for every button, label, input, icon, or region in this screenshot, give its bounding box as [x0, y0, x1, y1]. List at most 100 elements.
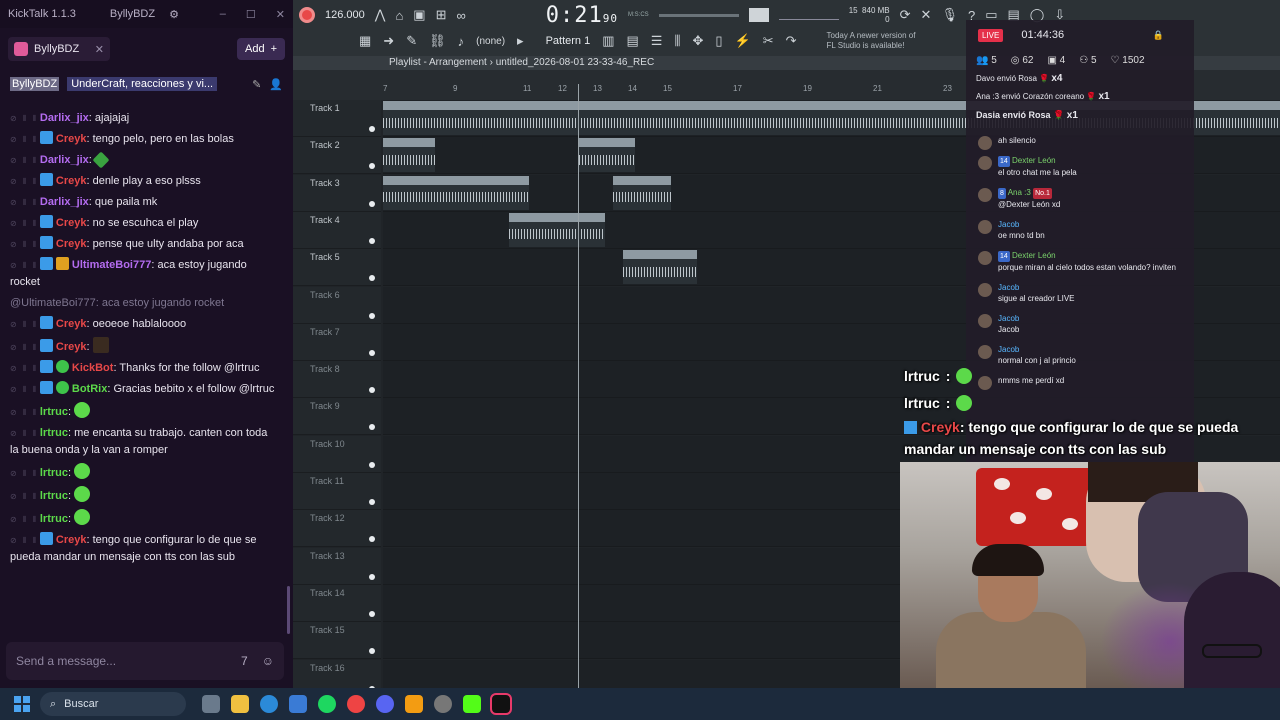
track-header[interactable]: Track 11 [293, 473, 381, 510]
chat-username[interactable]: BotRix [72, 383, 107, 395]
audio-clip[interactable]: untitle...47_REC [613, 175, 671, 210]
snap-icon[interactable]: ▦ [359, 33, 371, 49]
chat-username[interactable]: Creyk [56, 133, 87, 145]
chat-username[interactable]: Darlix_jix [40, 112, 89, 124]
loop-record-icon[interactable]: ∞ [457, 8, 466, 23]
tiktok-live-studio-icon[interactable] [490, 693, 512, 715]
track-header[interactable]: Track 15 [293, 622, 381, 660]
track-mute-dot[interactable] [369, 312, 375, 319]
chat-username[interactable]: lrtruc [40, 406, 68, 418]
chat-username[interactable]: Darlix_jix [40, 154, 89, 166]
message-controls-icon[interactable]: ⊘ ⫴ ⫴ [10, 532, 38, 549]
chat-message-list[interactable]: ⊘ ⫴ ⫴ Darlix_jix: ajajajaj ⊘ ⫴ ⫴ Creyk: ten… [0, 108, 286, 636]
tempo-display[interactable]: 126.000 [325, 9, 365, 21]
chat-message[interactable]: ⊘ ⫴ ⫴ Creyk: no se escuhca el play [0, 213, 286, 234]
message-controls-icon[interactable]: ⊘ ⫴ ⫴ [10, 110, 38, 127]
track-header[interactable]: Track 8 [293, 361, 381, 399]
link-icon[interactable]: ⛓ [429, 33, 446, 49]
chat-username[interactable]: lrtruc [40, 467, 68, 479]
minimize-icon[interactable]: – [220, 8, 226, 21]
track-header[interactable]: Track 1 [293, 100, 381, 137]
7tv-emote-icon[interactable]: 7 [241, 654, 248, 668]
track-mute-dot[interactable] [369, 237, 375, 244]
track-mute-dot[interactable] [369, 536, 375, 543]
track-mute-dot[interactable] [369, 499, 375, 505]
kick-icon[interactable] [463, 695, 481, 713]
step-edit-icon[interactable]: ⊞ [436, 7, 447, 23]
current-user[interactable]: ByllyBDZ [110, 8, 155, 20]
chat-message[interactable]: ⊘ ⫴ ⫴ KickBot: Thanks for the follow @lrt… [0, 358, 286, 379]
pattern-picker-icon[interactable]: ♪ [458, 34, 465, 49]
chat-username[interactable]: Creyk [56, 341, 87, 353]
track-header[interactable]: Track 3 [293, 174, 381, 212]
taskbar-search[interactable]: ⌕ Buscar [40, 692, 186, 716]
chat-message[interactable]: ⊘ ⫴ ⫴ Creyk: oeoeoe hablaloooo [0, 314, 286, 335]
chat-username[interactable]: lrtruc [40, 513, 68, 525]
track-header[interactable]: Track 12 [293, 510, 381, 548]
browser-icon[interactable]: ▯ [715, 33, 722, 49]
chat-input[interactable]: Send a message... 7 ☺ [6, 642, 284, 680]
message-controls-icon[interactable]: ⊘ ⫴ ⫴ [10, 173, 38, 190]
message-controls-icon[interactable]: ⊘ ⫴ ⫴ [10, 339, 38, 356]
chat-username[interactable]: Creyk [56, 534, 87, 546]
message-controls-icon[interactable]: ⊘ ⫴ ⫴ [10, 236, 38, 253]
chat-username[interactable]: Darlix_jix [40, 196, 89, 208]
spotify-icon[interactable] [318, 695, 336, 713]
chat-username[interactable]: UltimateBoi777 [72, 259, 151, 271]
task-view-icon[interactable] [202, 695, 220, 713]
metronome-icon[interactable]: ⋀ [375, 7, 386, 23]
chrome-icon[interactable] [347, 695, 365, 713]
channel-rack-icon[interactable]: ☰ [651, 33, 663, 49]
message-controls-icon[interactable]: ⊘ ⫴ ⫴ [10, 131, 38, 148]
track-mute-dot[interactable] [369, 461, 375, 468]
chat-username[interactable]: Creyk [56, 175, 87, 187]
message-controls-icon[interactable]: ⊘ ⫴ ⫴ [10, 194, 38, 211]
message-controls-icon[interactable]: ⊘ ⫴ ⫴ [10, 465, 38, 482]
redo-icon[interactable]: ↷ [786, 33, 797, 49]
track-mute-dot[interactable] [369, 648, 375, 655]
chat-username[interactable]: KickBot [72, 362, 114, 374]
chat-username[interactable]: Creyk [56, 217, 87, 229]
chat-username[interactable]: Creyk [56, 318, 87, 330]
chat-message[interactable]: ⊘ ⫴ ⫴ Creyk: pense que ulty andaba por ac… [0, 234, 286, 255]
chat-message[interactable]: ⊘ ⫴ ⫴ lrtruc: me encanta su trabajo. cant… [0, 423, 286, 461]
settings-gear-icon[interactable]: ⚙ [169, 8, 179, 21]
fl-studio-icon[interactable] [405, 695, 423, 713]
track-mute-dot[interactable] [369, 163, 375, 170]
track-header[interactable]: Track 14 [293, 584, 381, 622]
track-mute-dot[interactable] [369, 387, 375, 394]
audio-clip[interactable]: untitled_2...3-46_REC [623, 250, 697, 285]
close-tab-icon[interactable]: ✕ [95, 43, 104, 56]
track-mute-dot[interactable] [369, 126, 375, 132]
chat-username[interactable]: lrtruc [40, 427, 68, 439]
chat-username[interactable]: Creyk [56, 238, 87, 250]
track-mute-dot[interactable] [369, 275, 375, 282]
maximize-icon[interactable]: ☐ [246, 8, 256, 21]
record-button[interactable] [299, 7, 315, 23]
message-controls-icon[interactable]: ⊘ ⫴ ⫴ [10, 511, 38, 528]
chat-message[interactable]: ⊘ ⫴ ⫴ lrtruc: [0, 461, 286, 484]
track-mute-dot[interactable] [369, 573, 375, 580]
wait-icon[interactable]: ⌂ [395, 8, 403, 23]
track-mute-dot[interactable] [369, 424, 375, 431]
close-icon[interactable]: ✕ [276, 8, 285, 21]
track-header[interactable]: Track 5 [293, 249, 381, 287]
message-controls-icon[interactable]: ⊘ ⫴ ⫴ [10, 488, 38, 505]
chatroom-tab[interactable]: ByllyBDZ ✕ [8, 37, 110, 61]
track-header[interactable]: Track 6 [293, 286, 381, 324]
mixer-view-icon[interactable]: ⫼ [674, 33, 680, 49]
playhead[interactable] [578, 84, 579, 688]
audio-clip[interactable]: untitled_2026-08-01 23-18-41_REC [383, 175, 529, 210]
chat-message[interactable]: ⊘ ⫴ ⫴ Creyk: tengo pelo, pero en las bola… [0, 129, 286, 150]
tools-icon[interactable]: ✂ [763, 33, 774, 49]
mixer-icon[interactable]: ✕ [921, 7, 932, 23]
message-controls-icon[interactable]: ⊘ ⫴ ⫴ [10, 404, 38, 421]
message-controls-icon[interactable]: ⊘ ⫴ ⫴ [10, 316, 38, 333]
obs-icon[interactable] [434, 695, 452, 713]
none-select[interactable]: (none) [476, 36, 505, 47]
chat-message[interactable]: ⊘ ⫴ ⫴ Creyk: denle play a eso plsss [0, 171, 286, 192]
piano-roll-icon[interactable]: ▤ [627, 33, 639, 49]
file-explorer-icon[interactable] [231, 695, 249, 713]
track-mute-dot[interactable] [369, 200, 375, 207]
track-header[interactable]: Track 13 [293, 547, 381, 585]
